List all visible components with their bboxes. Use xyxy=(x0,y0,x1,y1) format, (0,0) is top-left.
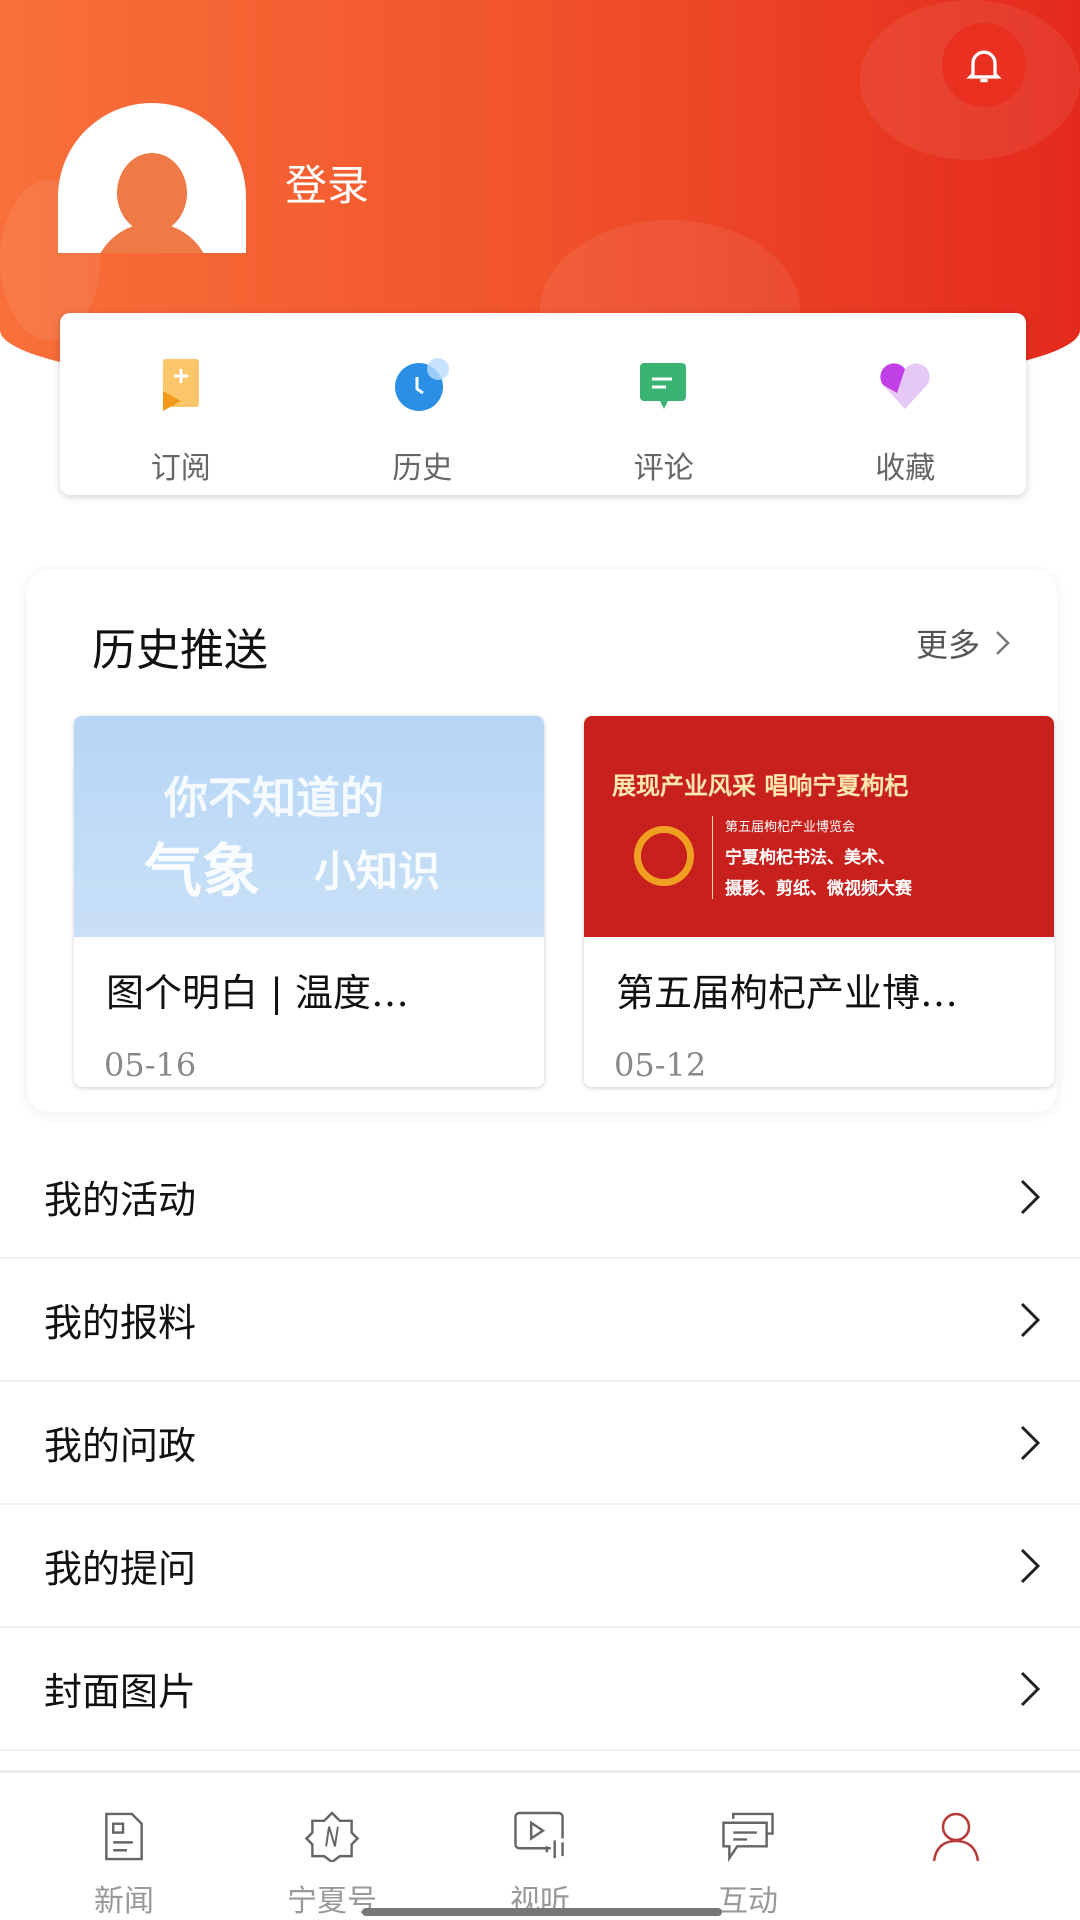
notification-button[interactable] xyxy=(942,23,1026,107)
card-title: 图个明白 | 温度… xyxy=(106,971,409,1015)
home-indicator[interactable] xyxy=(362,1908,722,1916)
history-card[interactable]: 展现产业风采 唱响宁夏枸杞 第五届枸杞产业博览会 宁夏枸杞书法、美术、 摄影、剪… xyxy=(584,716,1054,1087)
user-icon xyxy=(932,1812,980,1862)
card-thumbnail: 你不知道的 气象 小知识 xyxy=(74,716,544,937)
expo-logo xyxy=(634,826,694,886)
video-icon xyxy=(514,1811,564,1859)
ningxia-hao-icon xyxy=(304,1811,360,1862)
card-date: 05-16 xyxy=(104,1046,197,1084)
clock-icon xyxy=(395,358,450,411)
chevron-right-icon xyxy=(996,631,1010,655)
comment-icon xyxy=(639,363,686,409)
menu-list: 我的活动 我的报料 我的问政 我的提问 封面图片 xyxy=(0,1136,1080,1751)
chevron-right-icon xyxy=(1020,1179,1041,1214)
menu-item-activities[interactable]: 我的活动 xyxy=(0,1136,1080,1259)
bottom-nav: 新闻 宁夏号 视听 互动 xyxy=(0,1770,1080,1920)
quick-item-favorite[interactable]: 收藏 xyxy=(785,313,1027,495)
chevron-right-icon xyxy=(1020,1671,1041,1706)
more-link[interactable]: 更多 xyxy=(916,620,1012,666)
menu-item-questions[interactable]: 我的提问 xyxy=(0,1505,1080,1628)
login-link[interactable]: 登录 xyxy=(285,152,369,213)
menu-item-reports[interactable]: 我的报料 xyxy=(0,1259,1080,1382)
menu-item-cover-image[interactable]: 封面图片 xyxy=(0,1628,1080,1751)
nav-news[interactable]: 新闻 xyxy=(20,1773,228,1920)
nav-profile[interactable] xyxy=(852,1773,1060,1920)
history-push-section: 历史推送 更多 你不知道的 气象 小知识 图个明白 | 温度… 05-16 展现… xyxy=(27,570,1057,1112)
heart-icon xyxy=(880,363,930,409)
quick-menu: 订阅 历史 评论 收藏 xyxy=(60,313,1026,495)
bell-icon xyxy=(966,50,1002,83)
chevron-right-icon xyxy=(1020,1302,1041,1337)
nav-ningxia-hao[interactable]: 宁夏号 xyxy=(228,1773,436,1920)
quick-item-history[interactable]: 历史 xyxy=(302,313,544,495)
quick-item-comment[interactable]: 评论 xyxy=(543,313,785,495)
quick-item-subscribe[interactable]: 订阅 xyxy=(60,313,302,495)
nav-video[interactable]: 视听 xyxy=(436,1773,644,1920)
nav-interaction[interactable]: 互动 xyxy=(644,1773,852,1920)
subscribe-icon xyxy=(162,359,199,411)
menu-item-inquiries[interactable]: 我的问政 xyxy=(0,1382,1080,1505)
news-icon xyxy=(105,1812,143,1861)
card-date: 05-12 xyxy=(614,1046,707,1084)
section-title: 历史推送 xyxy=(92,625,268,676)
card-thumbnail: 展现产业风采 唱响宁夏枸杞 第五届枸杞产业博览会 宁夏枸杞书法、美术、 摄影、剪… xyxy=(584,716,1054,937)
chevron-right-icon xyxy=(1020,1548,1041,1583)
card-title: 第五届枸杞产业博… xyxy=(616,971,959,1015)
chevron-right-icon xyxy=(1020,1425,1041,1460)
chat-icon xyxy=(722,1812,774,1862)
history-card[interactable]: 你不知道的 气象 小知识 图个明白 | 温度… 05-16 xyxy=(74,716,544,1087)
